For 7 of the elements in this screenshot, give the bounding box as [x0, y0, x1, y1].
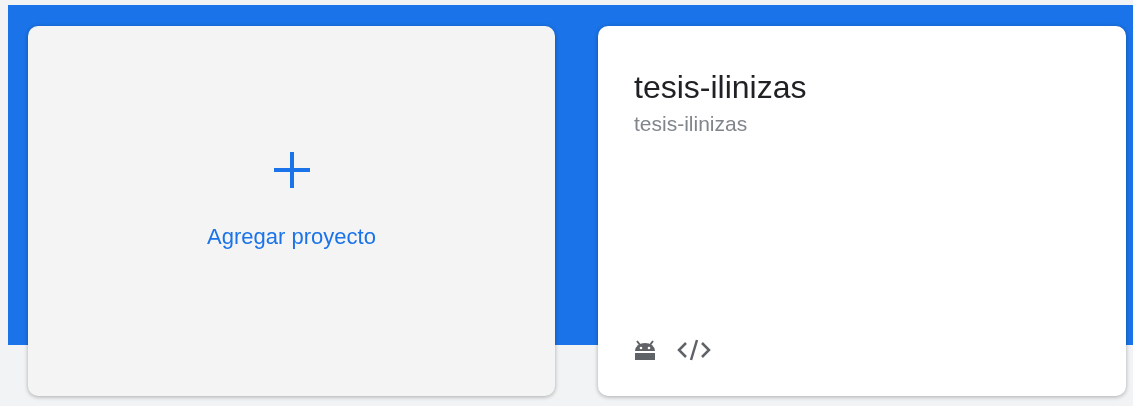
- project-name: tesis-ilinizas: [634, 68, 807, 106]
- android-icon: [634, 340, 656, 360]
- project-id: tesis-ilinizas: [634, 111, 748, 137]
- code-icon: [676, 338, 712, 362]
- plus-icon: [271, 149, 312, 190]
- project-card[interactable]: tesis-ilinizas tesis-ilinizas: [598, 26, 1126, 396]
- add-project-card[interactable]: Agregar proyecto: [28, 26, 555, 396]
